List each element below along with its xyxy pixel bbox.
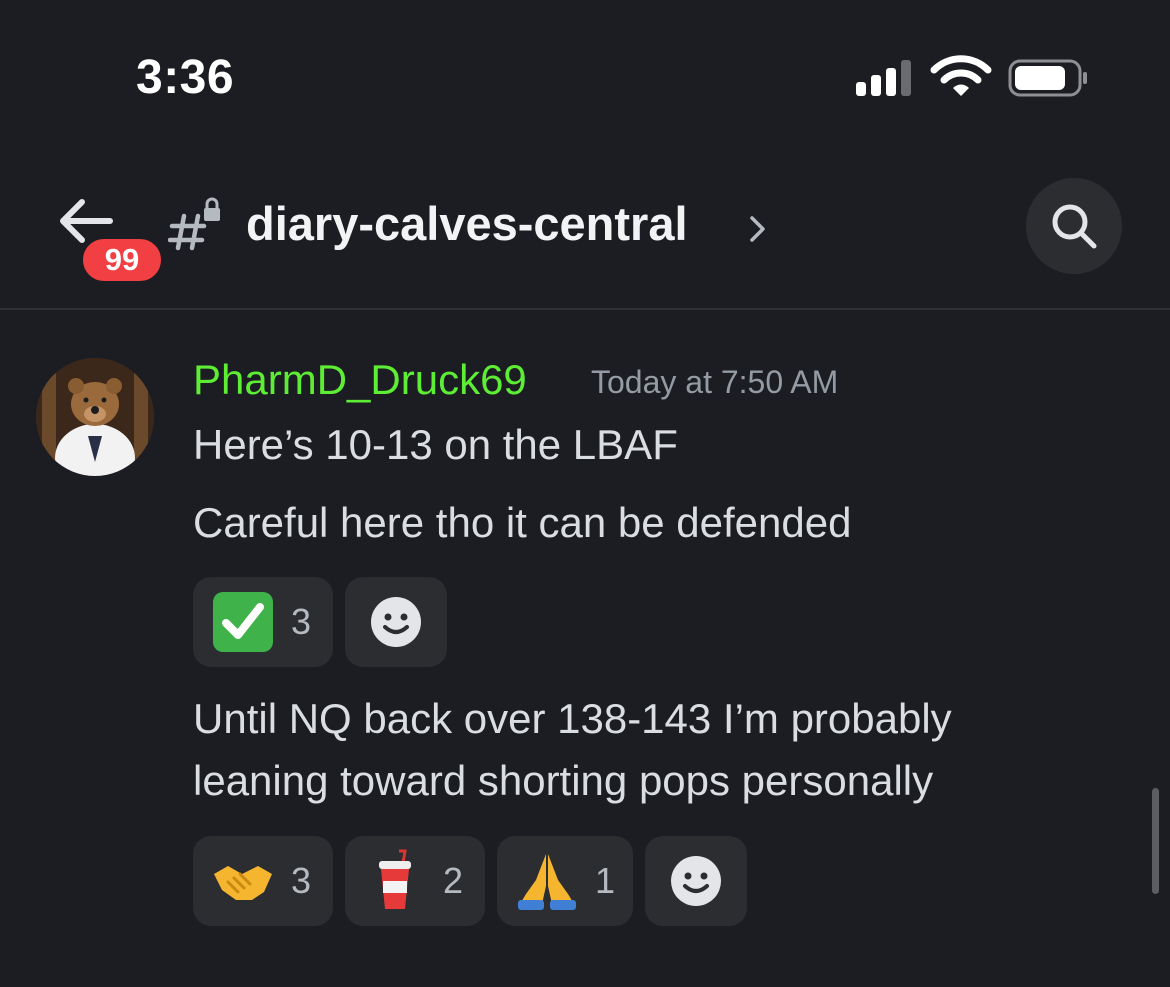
message-timestamp: Today at 7:50 AM <box>591 364 839 400</box>
message-line: leaning toward shorting pops personally <box>193 757 934 804</box>
folded-hands-icon <box>515 849 579 913</box>
reaction-count: 3 <box>291 860 312 901</box>
message-line: Until NQ back over 138-143 I’m probably <box>193 695 952 742</box>
search-icon <box>1052 204 1097 249</box>
reaction-count: 3 <box>291 601 312 642</box>
check-mark-button-icon <box>211 590 275 654</box>
wifi-icon <box>930 55 992 96</box>
bear-doctor-avatar <box>36 358 154 476</box>
add-reaction-button[interactable] <box>645 836 747 926</box>
reaction-cup-with-straw[interactable]: 2 <box>345 836 485 926</box>
avatar[interactable] <box>36 358 154 476</box>
cellular-signal-icon <box>856 58 911 96</box>
message-line: Careful here tho it can be defended <box>193 499 852 546</box>
add-reaction-smiley-icon <box>671 856 721 906</box>
reaction-bar: 3 2 1 <box>193 836 747 926</box>
unread-badge: 99 <box>80 236 164 284</box>
header-divider <box>0 308 1170 310</box>
scrollbar[interactable] <box>1152 788 1159 894</box>
handshake-icon <box>211 849 275 913</box>
search-button[interactable] <box>1026 178 1122 274</box>
reaction-bar: 3 <box>193 577 447 667</box>
reaction-handshake[interactable]: 3 <box>193 836 333 926</box>
add-reaction-smiley-icon <box>371 597 421 647</box>
reaction-check-mark[interactable]: 3 <box>193 577 333 667</box>
locked-channel-hash-icon <box>168 197 220 251</box>
add-reaction-button[interactable] <box>345 577 447 667</box>
message-line: Here’s 10-13 on the LBAF <box>193 421 678 468</box>
reaction-folded-hands[interactable]: 1 <box>497 836 633 926</box>
channel-name[interactable]: diary-calves-central <box>246 196 688 251</box>
reaction-count: 2 <box>443 860 464 901</box>
status-time: 3:36 <box>136 51 235 104</box>
battery-icon <box>1008 59 1087 97</box>
message-author[interactable]: PharmD_Druck69 <box>193 356 527 404</box>
cup-with-straw-icon <box>363 849 427 913</box>
chevron-right-icon[interactable] <box>748 212 768 246</box>
reaction-count: 1 <box>594 860 615 901</box>
